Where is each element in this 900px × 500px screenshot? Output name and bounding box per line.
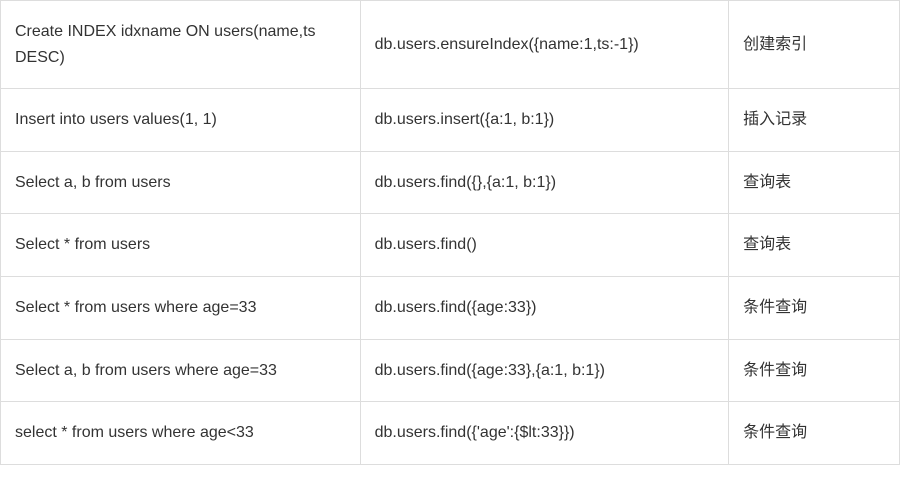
sql-cell: Select * from users (1, 214, 361, 277)
desc-cell: 条件查询 (729, 276, 900, 339)
mongo-cell: db.users.find({'age':{$lt:33}}) (360, 402, 729, 465)
table-row: Select a, b from users where age=33 db.u… (1, 339, 900, 402)
table-row: select * from users where age<33 db.user… (1, 402, 900, 465)
mongo-cell: db.users.find({age:33}) (360, 276, 729, 339)
desc-cell: 查询表 (729, 214, 900, 277)
table-row: Select * from users db.users.find() 查询表 (1, 214, 900, 277)
table-row: Select a, b from users db.users.find({},… (1, 151, 900, 214)
sql-cell: Select a, b from users (1, 151, 361, 214)
desc-cell: 插入记录 (729, 89, 900, 152)
desc-cell: 查询表 (729, 151, 900, 214)
sql-cell: Create INDEX idxname ON users(name,ts DE… (1, 1, 361, 89)
sql-cell: select * from users where age<33 (1, 402, 361, 465)
desc-cell: 条件查询 (729, 339, 900, 402)
comparison-table: Create INDEX idxname ON users(name,ts DE… (0, 0, 900, 465)
mongo-cell: db.users.insert({a:1, b:1}) (360, 89, 729, 152)
mongo-cell: db.users.find({age:33},{a:1, b:1}) (360, 339, 729, 402)
sql-cell: Select a, b from users where age=33 (1, 339, 361, 402)
sql-cell: Select * from users where age=33 (1, 276, 361, 339)
table-row: Insert into users values(1, 1) db.users.… (1, 89, 900, 152)
mongo-cell: db.users.ensureIndex({name:1,ts:-1}) (360, 1, 729, 89)
table-row: Select * from users where age=33 db.user… (1, 276, 900, 339)
sql-cell: Insert into users values(1, 1) (1, 89, 361, 152)
table-row: Create INDEX idxname ON users(name,ts DE… (1, 1, 900, 89)
desc-cell: 创建索引 (729, 1, 900, 89)
mongo-cell: db.users.find({},{a:1, b:1}) (360, 151, 729, 214)
desc-cell: 条件查询 (729, 402, 900, 465)
mongo-cell: db.users.find() (360, 214, 729, 277)
